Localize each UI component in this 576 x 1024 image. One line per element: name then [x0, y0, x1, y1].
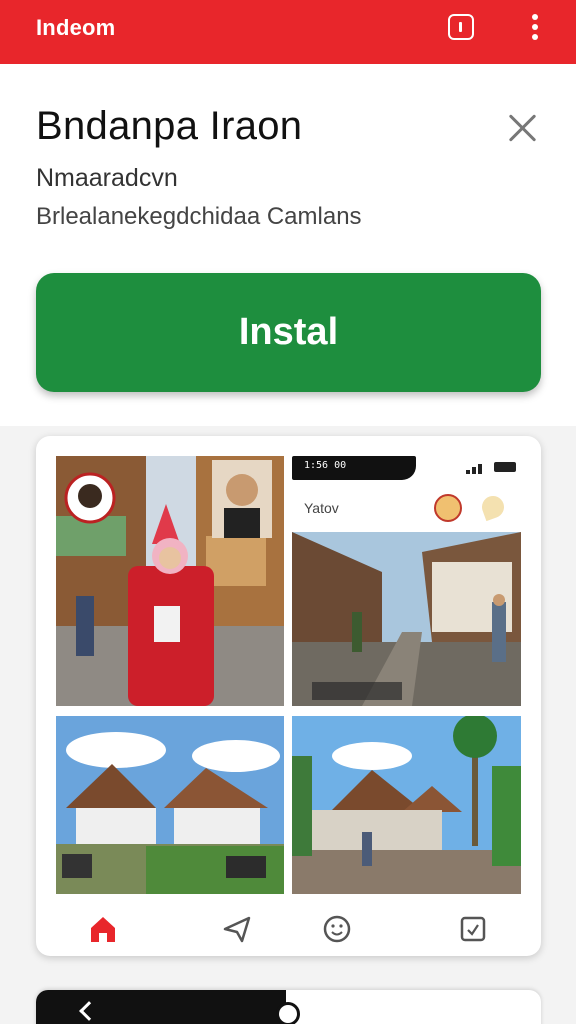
screenshot-bottom-nav [36, 902, 541, 956]
developer-name[interactable]: Nmaaradcvn [36, 164, 178, 193]
app-category: Brlealanekegdchidaa Camlans [36, 203, 362, 230]
app-screenshot-preview[interactable]: 1:56 00 Yatov [36, 436, 541, 956]
peek-dark-area [36, 990, 286, 1024]
share-icon[interactable] [220, 912, 254, 946]
close-icon[interactable] [505, 110, 541, 146]
box-check-icon[interactable] [456, 912, 490, 946]
photo-tile-village-street [292, 532, 521, 706]
next-screenshot-peek[interactable] [36, 990, 541, 1024]
more-vert-icon[interactable] [524, 12, 546, 42]
square-info-icon[interactable] [448, 14, 474, 40]
circle-icon [276, 1002, 300, 1024]
app-bar-title: Indeom [36, 15, 116, 40]
phone-status-bar: 1:56 00 [292, 456, 416, 480]
top-app-bar: Indeom [0, 0, 576, 64]
status-time: 1:56 00 [304, 460, 347, 471]
photo-tile-traditional-houses [56, 716, 284, 894]
smile-icon[interactable] [320, 912, 354, 946]
install-button[interactable]: Instal [36, 273, 541, 392]
photo-tile-palm-lane [292, 716, 521, 894]
sticker-icon [478, 492, 508, 522]
app-title: Bndanpa Iraon [36, 104, 303, 148]
home-icon[interactable] [86, 912, 120, 946]
screenshot-label: Yatov [304, 500, 339, 516]
photo-tile-street-girl [56, 456, 284, 706]
signal-battery-icon [464, 460, 520, 474]
profile-badge-icon [434, 494, 462, 522]
